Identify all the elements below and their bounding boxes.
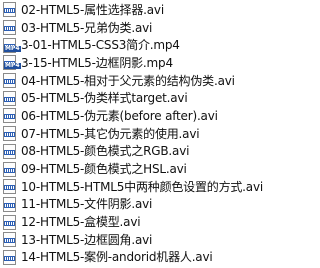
file-item[interactable]: MP4 3-15-HTML5-边框阴影.mp4	[0, 54, 269, 72]
file-name: 11-HTML5-文件阴影.avi	[21, 197, 153, 212]
file-name: 14-HTML5-案例-andorid机器人.avi	[21, 250, 213, 265]
avi-video-file-icon	[3, 143, 17, 159]
file-type-badge: MP4	[4, 62, 21, 70]
avi-video-file-icon	[3, 20, 17, 36]
avi-video-file-icon	[3, 73, 17, 89]
avi-video-file-icon	[3, 2, 17, 18]
file-item[interactable]: 03-HTML5-兄弟伪类.avi	[0, 19, 269, 37]
file-name: 10-HTML5-HTML5中两种颜色设置的方式.avi	[21, 179, 263, 194]
file-item[interactable]: 08-HTML5-颜色模式之RGB.avi	[0, 143, 269, 161]
file-item[interactable]: 10-HTML5-HTML5中两种颜色设置的方式.avi	[0, 178, 269, 196]
file-name: 3-01-HTML5-CSS3简介.mp4	[21, 38, 180, 53]
file-item[interactable]: 04-HTML5-相对于父元素的结构伪类.avi	[0, 72, 269, 90]
file-item[interactable]: 07-HTML5-其它伪元素的使用.avi	[0, 125, 269, 143]
avi-video-file-icon	[3, 161, 17, 177]
avi-video-file-icon	[3, 90, 17, 106]
file-item[interactable]: 09-HTML5-颜色模式之HSL.avi	[0, 160, 269, 178]
file-item[interactable]: 05-HTML5-伪类样式target.avi	[0, 89, 269, 107]
file-name: 12-HTML5-盒模型.avi	[21, 215, 141, 230]
file-name: 03-HTML5-兄弟伪类.avi	[21, 20, 153, 35]
file-name: 08-HTML5-颜色模式之RGB.avi	[21, 144, 190, 159]
file-type-badge: MP4	[4, 44, 21, 52]
mp4-video-file-icon: MP4	[3, 55, 21, 71]
file-name: 05-HTML5-伪类样式target.avi	[21, 91, 188, 106]
file-name: 06-HTML5-伪元素(before after).avi	[21, 108, 218, 123]
file-item[interactable]: 06-HTML5-伪元素(before after).avi	[0, 107, 269, 125]
file-name: 3-15-HTML5-边框阴影.mp4	[21, 55, 173, 70]
avi-video-file-icon	[3, 232, 17, 248]
avi-video-file-icon	[3, 249, 17, 265]
file-item[interactable]: 11-HTML5-文件阴影.avi	[0, 196, 269, 214]
file-item[interactable]: 12-HTML5-盒模型.avi	[0, 213, 269, 231]
file-list: 02-HTML5-属性选择器.avi 03-HTML5-兄弟伪类.avi MP4…	[0, 0, 269, 268]
avi-video-file-icon	[3, 126, 17, 142]
mp4-video-file-icon: MP4	[3, 37, 21, 53]
avi-video-file-icon	[3, 196, 17, 212]
file-name: 13-HTML5-边框圆角.avi	[21, 232, 153, 247]
file-name: 02-HTML5-属性选择器.avi	[21, 2, 164, 17]
file-item[interactable]: 13-HTML5-边框圆角.avi	[0, 231, 269, 249]
file-name: 04-HTML5-相对于父元素的结构伪类.avi	[21, 73, 235, 88]
avi-video-file-icon	[3, 179, 17, 195]
file-item[interactable]: 14-HTML5-案例-andorid机器人.avi	[0, 249, 269, 267]
file-name: 09-HTML5-颜色模式之HSL.avi	[21, 162, 187, 177]
file-item[interactable]: MP4 3-01-HTML5-CSS3简介.mp4	[0, 36, 269, 54]
file-name: 07-HTML5-其它伪元素的使用.avi	[21, 126, 200, 141]
avi-video-file-icon	[3, 214, 17, 230]
file-item[interactable]: 02-HTML5-属性选择器.avi	[0, 1, 269, 19]
avi-video-file-icon	[3, 108, 17, 124]
